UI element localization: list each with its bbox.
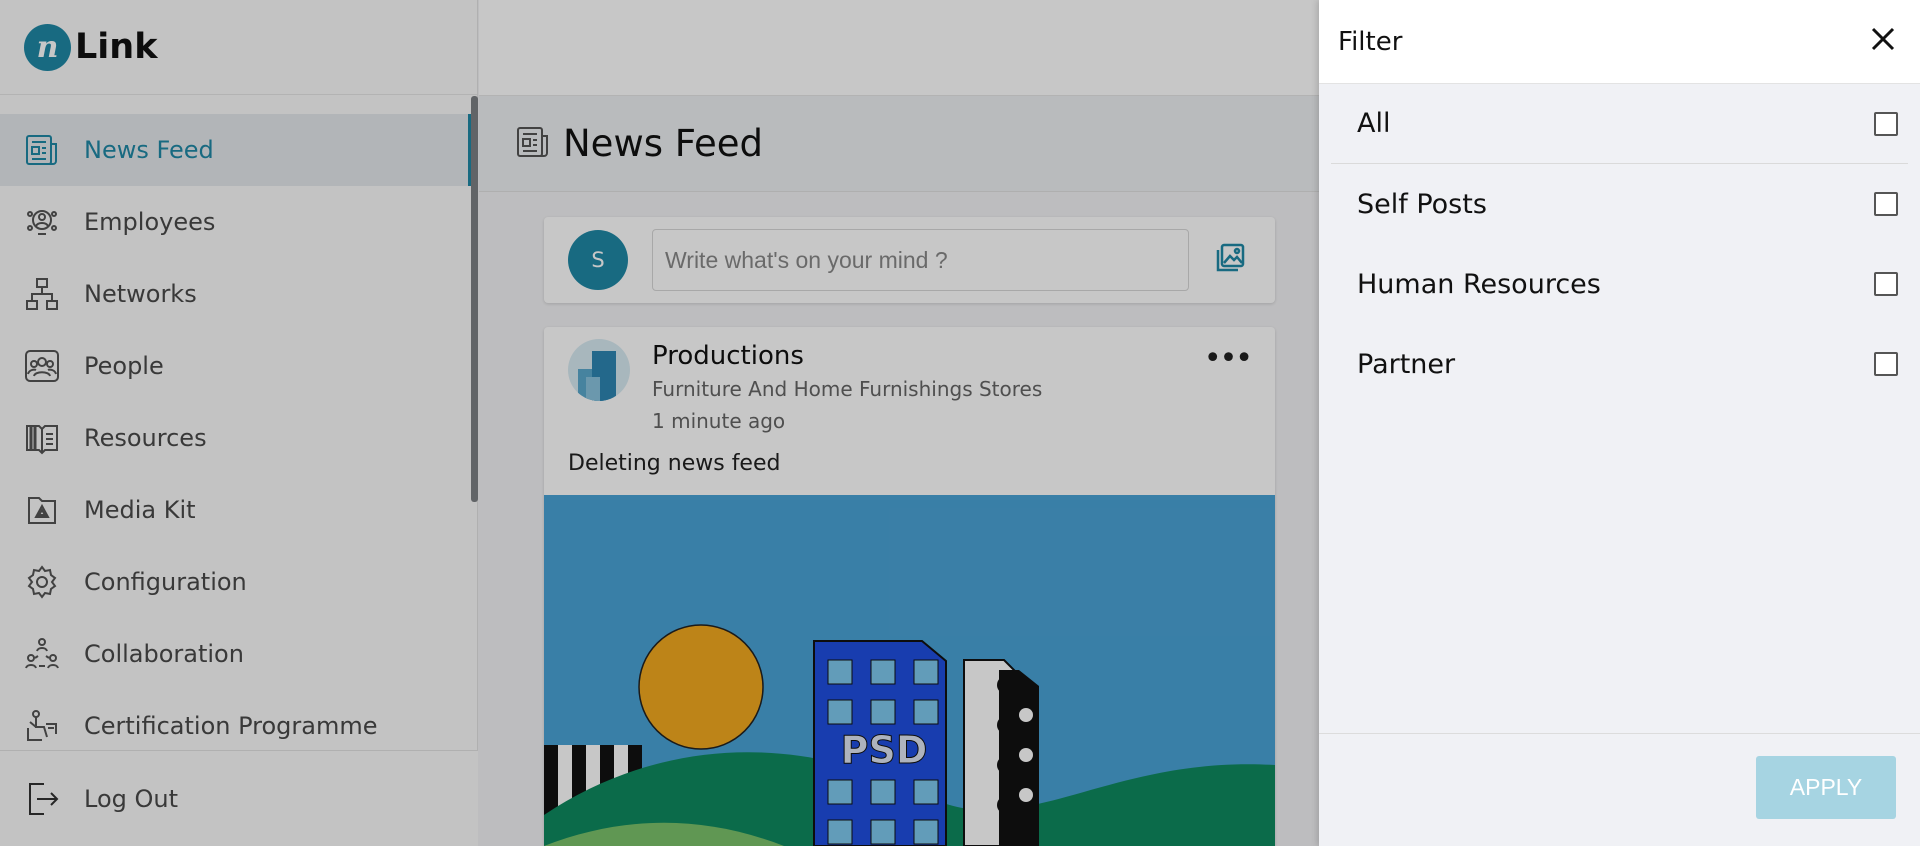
filter-option-self-posts[interactable]: Self Posts [1319, 164, 1920, 244]
filter-option-partner[interactable]: Partner [1319, 324, 1920, 404]
filter-panel: Filter All Self Posts Human Resources Pa… [1319, 0, 1920, 846]
close-button[interactable] [1866, 24, 1900, 58]
close-icon [1870, 26, 1896, 56]
filter-checkbox[interactable] [1874, 111, 1898, 136]
filter-option-label: Partner [1357, 348, 1456, 380]
filter-option-human-resources[interactable]: Human Resources [1319, 244, 1920, 324]
filter-option-label: Human Resources [1357, 268, 1601, 300]
filter-header: Filter [1319, 0, 1920, 84]
filter-title: Filter [1338, 26, 1403, 57]
filter-checkbox[interactable] [1874, 192, 1898, 216]
filter-checkbox[interactable] [1874, 352, 1898, 376]
filter-option-label: All [1357, 108, 1391, 139]
apply-button[interactable]: APPLY [1756, 756, 1896, 819]
filter-footer: APPLY [1319, 733, 1920, 846]
filter-option-label: Self Posts [1357, 188, 1487, 220]
filter-option-all[interactable]: All [1331, 84, 1908, 164]
filter-checkbox[interactable] [1874, 272, 1898, 296]
